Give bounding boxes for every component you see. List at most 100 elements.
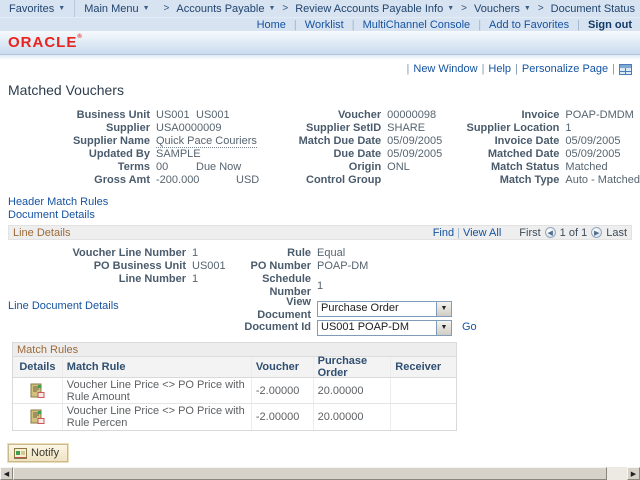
horizontal-scrollbar[interactable]: ◀ ▶ [0,467,640,480]
voucher-line-number-value: 1 [192,247,199,259]
purchase-order-cell: 20.00000 [314,404,392,430]
sign-out-link[interactable]: Sign out [588,19,632,31]
supplier-name-value[interactable]: Quick Pace Couriers [150,135,257,148]
field-label: Origin [348,161,382,173]
match-rules-header-row: Details Match Rule Voucher Purchase Orde… [13,355,456,379]
details-cell [13,378,63,403]
show-detail-icon[interactable] [30,409,45,425]
breadcrumb-separator: > [461,3,467,14]
field-label: Match Type [499,174,560,186]
column-header-purchase-order: Purchase Order [314,355,392,379]
personalize-page-link[interactable]: Personalize Page [522,63,608,75]
details-cell [13,404,63,430]
main-menu[interactable]: Main Menu ▼ [75,0,158,17]
line-document-details-link[interactable]: Line Document Details [8,300,119,312]
divider: | [293,18,297,31]
multichannel-console-link[interactable]: MultiChannel Console [363,19,471,31]
add-to-favorites-link[interactable]: Add to Favorites [489,19,569,31]
find-link[interactable]: Find [433,227,454,239]
chevron-down-icon: ▼ [142,5,150,12]
header-column-2: Voucher 00000098 Supplier SetID SHARE Matc… [289,109,455,187]
field-label: Supplier [105,122,150,134]
previous-page-icon[interactable]: ◀ [544,227,556,238]
scroll-right-icon[interactable]: ▶ [627,467,640,480]
brand-band: ORACLE® [0,31,640,55]
chevron-down-icon: ▼ [268,5,276,12]
field-label: Rule [287,247,311,259]
voucher-header-fields: Business Unit US001 US001 Supplier USA00000… [8,109,640,187]
document-id-select[interactable]: US001 POAP-DM ▼ [317,319,452,336]
divider: | [577,18,580,31]
home-link[interactable]: Home [257,19,286,31]
go-link[interactable]: Go [462,321,477,334]
breadcrumb-separator: > [282,3,289,14]
notify-button[interactable]: Notify [6,443,70,463]
breadcrumb: Favorites ▼ Main Menu ▼ > Accounts Payab… [0,0,640,17]
divider: | [351,18,355,31]
divider: | [481,63,485,75]
field-label: Invoice Date [494,135,560,147]
personalize-layout-icon[interactable] [619,63,632,75]
receiver-cell [391,378,456,403]
favorites-menu[interactable]: Favorites ▼ [0,0,76,17]
line-details-bar: Line Details Find | View All First ◀ 1 o… [8,225,632,240]
footer-actions: Notify [6,443,640,463]
field-label: Supplier Name [72,135,150,147]
next-page-icon[interactable]: ▶ [591,227,603,238]
business-unit-value: US001 US001 [156,109,230,121]
new-window-link[interactable]: New Window [413,63,477,75]
document-id-value: US001 POAP-DM [321,321,410,333]
dropdown-arrow-icon[interactable]: ▼ [436,301,451,316]
field-label: Business Unit [76,109,150,121]
divider: | [515,63,518,75]
notify-label: Notify [31,447,60,459]
supplier-location-value: 1 [565,122,572,134]
scroll-left-icon[interactable]: ◀ [0,467,13,480]
help-link[interactable]: Help [488,63,511,75]
field-label: Due Date [333,148,382,160]
breadcrumb-separator: > [537,3,544,14]
main-menu-label: Main Menu [84,2,139,15]
scrollbar-thumb[interactable] [13,467,607,480]
divider: | [612,63,615,75]
field-label: PO Business Unit [93,260,186,272]
breadcrumb-separator: > [163,3,170,14]
view-document-select[interactable]: Purchase Order ▼ [317,300,452,317]
field-label: View Document [257,295,311,321]
receiver-cell [391,404,456,430]
due-date-value: 05/09/2005 [387,148,443,160]
match-rule-cell: Voucher Line Price <> PO Price with Rule… [63,404,252,430]
breadcrumb-vouchers[interactable]: Vouchers ▼ [472,0,533,17]
field-label: Match Due Date [298,135,382,147]
purchase-order-cell: 20.00000 [314,378,392,403]
invoice-value: POAP-DMDM [565,109,634,121]
field-label: Matched Date [487,148,560,160]
document-details-link[interactable]: Document Details [8,209,95,221]
field-label: Voucher [337,109,382,121]
crumb-label: Accounts Payable [176,2,265,15]
column-header-receiver: Receiver [395,361,442,373]
match-rules-title: Match Rules [13,343,456,357]
field-label: Terms [117,161,150,173]
favorites-label: Favorites [9,2,55,15]
pager: Find | View All First ◀ 1 of 1 ▶ Last [433,227,627,239]
show-detail-icon[interactable] [30,383,45,399]
header-column-3: Invoice POAP-DMDM Supplier Location 1 Invo… [455,109,640,187]
line-details-left: Voucher Line Number 1 PO Business Unit US0… [8,247,233,337]
po-number-value: POAP-DM [317,260,369,272]
crumb-label: Review Accounts Payable Info [295,2,444,15]
line-details-right: Rule Equal PO Number POAP-DM Schedule Numb… [233,247,477,337]
view-all-link[interactable]: View All [463,227,501,239]
crumb-label: Document Status [550,2,636,15]
header-match-rules-link[interactable]: Header Match Rules [8,196,108,208]
column-header-match-rule: Match Rule [63,357,252,377]
breadcrumb-review-ap-info[interactable]: Review Accounts Payable Info ▼ [293,0,456,17]
worklist-link[interactable]: Worklist [305,19,344,31]
schedule-number-value: 1 [317,279,324,292]
header-links: Header Match Rules Document Details [8,196,640,222]
line-number-value: 1 [192,273,199,285]
match-rule-cell: Voucher Line Price <> PO Price with Rule… [63,378,252,403]
voucher-cell: -2.00000 [252,378,314,403]
dropdown-arrow-icon[interactable]: ▼ [436,320,451,335]
breadcrumb-accounts-payable[interactable]: Accounts Payable ▼ [174,0,277,17]
